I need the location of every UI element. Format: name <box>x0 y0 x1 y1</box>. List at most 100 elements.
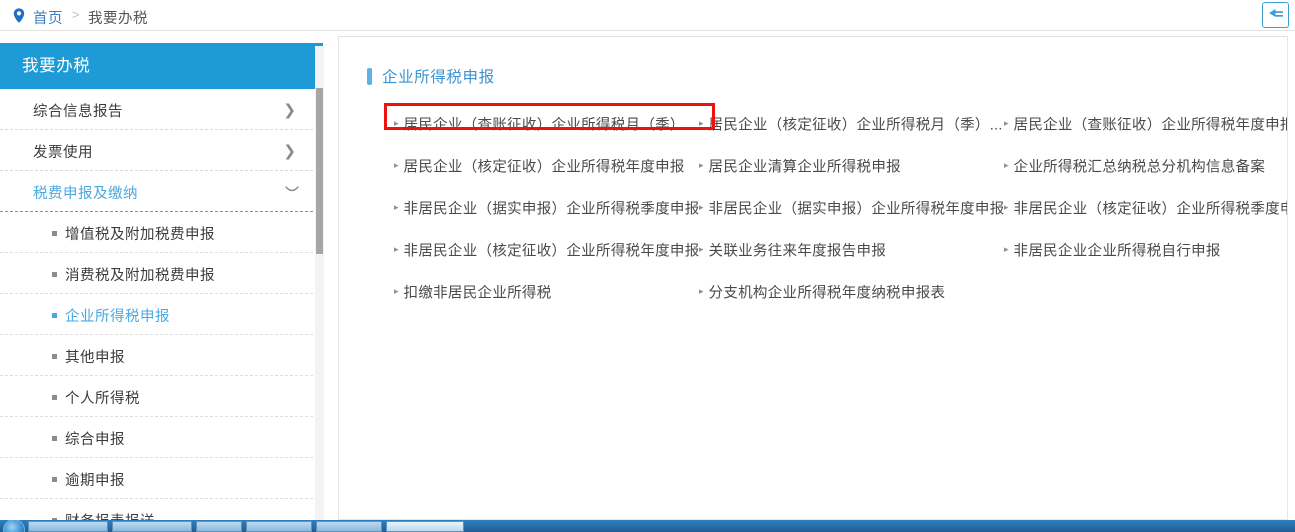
sidebar-item-corporate-income-tax[interactable]: 企业所得税申报 <box>0 294 323 335</box>
link-row: ▸ 居民企业（核定征收）企业所得税年度申报 ▸ 居民企业清算企业所得税申报 ▸ 企业所… <box>339 145 1287 187</box>
link-resident-audit-monthly-quarterly[interactable]: ▸ 居民企业（查账征收）企业所得税月（季）... <box>394 103 698 145</box>
caret-right-icon: ▸ <box>394 203 399 214</box>
collapse-panel-button[interactable] <box>1262 2 1289 28</box>
location-pin-icon <box>10 7 28 25</box>
chevron-down-icon <box>283 181 301 199</box>
link-nonresident-assessed-annual[interactable]: ▸ 非居民企业（核定征收）企业所得税年度申报 <box>394 229 700 271</box>
link-label: 居民企业（核定征收）企业所得税年度申报 <box>403 159 685 176</box>
chevron-right-icon: ❯ <box>283 142 296 160</box>
taskbar-button[interactable] <box>196 521 242 532</box>
sidebar-item-label: 消费税及附加税费申报 <box>65 268 215 284</box>
chevron-right-icon: ❯ <box>283 101 296 119</box>
start-orb-icon[interactable] <box>3 520 25 532</box>
link-label: 居民企业（核定征收）企业所得税月（季）... <box>708 117 1003 134</box>
taskbar-button[interactable] <box>112 521 192 532</box>
link-label: 非居民企业（据实申报）企业所得税年度申报 <box>708 201 1005 218</box>
sidebar: 我要办税 综合信息报告 ❯ 发票使用 ❯ 税费申报及缴纳 增值税及附加税费申报 … <box>0 43 323 520</box>
sidebar-item-label: 增值税及附加税费申报 <box>65 227 215 243</box>
caret-right-icon: ▸ <box>394 245 399 256</box>
sidebar-item-label: 企业所得税申报 <box>65 309 170 325</box>
link-label: 居民企业（查账征收）企业所得税年度申报 <box>1013 117 1288 134</box>
sidebar-scrollbar-thumb[interactable] <box>316 88 323 254</box>
link-related-party-annual-report[interactable]: ▸ 关联业务往来年度报告申报 <box>699 229 886 271</box>
link-label: 关联业务往来年度报告申报 <box>708 243 887 260</box>
page-title: 企业所得税申报 <box>382 69 495 86</box>
service-link-grid: ▸ 居民企业（查账征收）企业所得税月（季）... ▸ 居民企业（核定征收）企业所得税… <box>339 103 1288 313</box>
sidebar-group-tax-declaration[interactable]: 税费申报及缴纳 <box>0 171 323 212</box>
sidebar-item-financial-statement-submission[interactable]: 财务报表报送 <box>0 499 323 520</box>
sidebar-item-overdue-declaration[interactable]: 逾期申报 <box>0 458 323 499</box>
link-label: 非居民企业（核定征收）企业所得税季度申报 <box>1013 201 1288 218</box>
link-row: ▸ 非居民企业（据实申报）企业所得税季度申报 ▸ 非居民企业（据实申报）企业所得税年… <box>339 187 1288 229</box>
link-nonresident-actual-annual[interactable]: ▸ 非居民企业（据实申报）企业所得税年度申报 <box>699 187 1005 229</box>
link-row: ▸ 居民企业（查账征收）企业所得税月（季）... ▸ 居民企业（核定征收）企业所得税… <box>339 103 1288 145</box>
bullet-icon <box>52 354 57 359</box>
link-resident-assessed-monthly-quarterly[interactable]: ▸ 居民企业（核定征收）企业所得税月（季）... <box>699 103 1003 145</box>
link-resident-assessed-annual[interactable]: ▸ 居民企业（核定征收）企业所得税年度申报 <box>394 145 685 187</box>
link-label: 分支机构企业所得税年度纳税申报表 <box>708 285 946 302</box>
bullet-icon <box>52 313 57 318</box>
sidebar-item-label: 逾期申报 <box>65 473 125 489</box>
link-withholding-nonresident[interactable]: ▸ 扣缴非居民企业所得税 <box>394 271 552 313</box>
section-accent-bar <box>367 68 372 85</box>
bullet-icon <box>52 477 57 482</box>
sidebar-item-other-declaration[interactable]: 其他申报 <box>0 335 323 376</box>
link-label: 扣缴非居民企业所得税 <box>403 285 552 302</box>
sidebar-group-comprehensive-report[interactable]: 综合信息报告 ❯ <box>0 89 323 130</box>
sidebar-group-invoice-usage[interactable]: 发票使用 ❯ <box>0 130 323 171</box>
breadcrumb-current: 我要办税 <box>88 11 148 27</box>
taskbar-button[interactable] <box>28 521 108 532</box>
caret-right-icon: ▸ <box>394 119 399 130</box>
bullet-icon <box>52 436 57 441</box>
caret-right-icon: ▸ <box>699 287 704 298</box>
caret-right-icon: ▸ <box>699 203 704 214</box>
breadcrumb-home-link[interactable]: 首页 <box>33 7 63 28</box>
taskbar-button-active[interactable] <box>386 521 464 532</box>
link-label: 非居民企业（核定征收）企业所得税年度申报 <box>403 243 700 260</box>
link-label: 非居民企业企业所得税自行申报 <box>1013 243 1221 260</box>
caret-right-icon: ▸ <box>1004 161 1009 172</box>
sidebar-item-individual-income-tax[interactable]: 个人所得税 <box>0 376 323 417</box>
caret-right-icon: ▸ <box>394 161 399 172</box>
windows-taskbar <box>0 520 1295 532</box>
link-label: 居民企业清算企业所得税申报 <box>708 159 901 176</box>
link-nonresident-self-filing[interactable]: ▸ 非居民企业企业所得税自行申报 <box>1004 229 1221 271</box>
link-label: 居民企业（查账征收）企业所得税月（季）... <box>403 117 698 134</box>
caret-right-icon: ▸ <box>1004 203 1009 214</box>
breadcrumb-separator: > <box>72 7 80 22</box>
sidebar-item-vat-declaration[interactable]: 增值税及附加税费申报 <box>0 212 323 253</box>
taskbar-button[interactable] <box>246 521 312 532</box>
sidebar-item-label: 其他申报 <box>65 350 125 366</box>
sidebar-group-label: 税费申报及缴纳 <box>33 186 138 202</box>
bullet-icon <box>52 272 57 277</box>
link-row: ▸ 扣缴非居民企业所得税 ▸ 分支机构企业所得税年度纳税申报表 <box>339 271 1287 313</box>
link-nonresident-actual-quarterly[interactable]: ▸ 非居民企业（据实申报）企业所得税季度申报 <box>394 187 700 229</box>
link-label: 企业所得税汇总纳税总分机构信息备案 <box>1013 159 1266 176</box>
sidebar-item-consumption-tax[interactable]: 消费税及附加税费申报 <box>0 253 323 294</box>
content-panel: 企业所得税申报 ▸ 居民企业（查账征收）企业所得税月（季）... ▸ 居民企业（核定… <box>338 36 1288 520</box>
caret-right-icon: ▸ <box>699 245 704 256</box>
sidebar-group-label: 发票使用 <box>33 145 93 161</box>
link-resident-liquidation[interactable]: ▸ 居民企业清算企业所得税申报 <box>699 145 901 187</box>
taskbar-button[interactable] <box>316 521 382 532</box>
link-branch-annual-return-form[interactable]: ▸ 分支机构企业所得税年度纳税申报表 <box>699 271 945 313</box>
caret-right-icon: ▸ <box>1004 119 1009 130</box>
link-consolidated-branch-filing[interactable]: ▸ 企业所得税汇总纳税总分机构信息备案 <box>1004 145 1265 187</box>
breadcrumb-bar: 首页 > 我要办税 <box>0 0 1295 31</box>
link-resident-audit-annual[interactable]: ▸ 居民企业（查账征收）企业所得税年度申报 <box>1004 103 1288 145</box>
sidebar-item-comprehensive-declaration[interactable]: 综合申报 <box>0 417 323 458</box>
bullet-icon <box>52 395 57 400</box>
caret-right-icon: ▸ <box>699 119 704 130</box>
link-row: ▸ 非居民企业（核定征收）企业所得税年度申报 ▸ 关联业务往来年度报告申报 ▸ 非居民… <box>339 229 1287 271</box>
caret-right-icon: ▸ <box>1004 245 1009 256</box>
bullet-icon <box>52 231 57 236</box>
sidebar-item-label: 财务报表报送 <box>65 510 155 520</box>
collapse-left-arrow-icon <box>1269 9 1283 17</box>
sidebar-item-label: 综合申报 <box>65 432 125 448</box>
sidebar-item-label: 个人所得税 <box>65 391 140 407</box>
caret-right-icon: ▸ <box>699 161 704 172</box>
sidebar-header: 我要办税 <box>0 43 323 89</box>
link-nonresident-assessed-quarterly[interactable]: ▸ 非居民企业（核定征收）企业所得税季度申报 <box>1004 187 1288 229</box>
caret-right-icon: ▸ <box>394 287 399 298</box>
sidebar-group-label: 综合信息报告 <box>33 104 123 120</box>
